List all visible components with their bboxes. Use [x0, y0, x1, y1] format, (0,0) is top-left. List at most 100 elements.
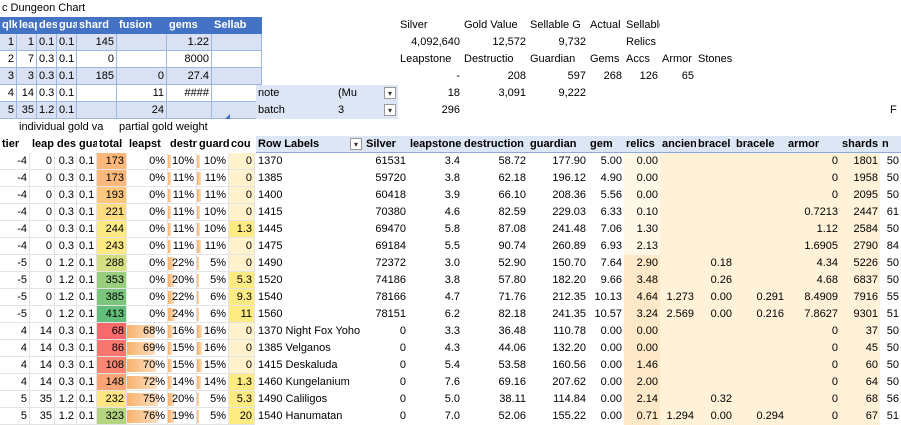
pivot-cell[interactable]	[734, 153, 786, 170]
pivot-cell[interactable]: 2.569	[660, 306, 696, 323]
pivot-cell[interactable]: 69470	[364, 221, 408, 238]
main-cell[interactable]: 20	[229, 408, 255, 425]
left-table-cell[interactable]	[167, 102, 212, 119]
main-cell[interactable]: 0%	[127, 238, 168, 255]
pivot-cell[interactable]: 177.90	[528, 153, 588, 170]
pivot-cell[interactable]: 0	[786, 340, 840, 357]
pivot-cell[interactable]	[734, 357, 786, 374]
left-table-cell[interactable]	[212, 102, 262, 119]
left-table-cell[interactable]: 0.1	[57, 102, 77, 119]
main-cell[interactable]: 0.1	[77, 340, 97, 357]
edge-label[interactable]: F	[888, 102, 901, 119]
pivot-cell[interactable]: 1.294	[660, 408, 696, 425]
filter-dropdown-icon[interactable]: ▾	[384, 104, 396, 116]
main-cell[interactable]: 1.2	[55, 289, 77, 306]
main-header[interactable]: cou	[229, 136, 255, 153]
pivot-cell[interactable]: 3.48	[624, 272, 660, 289]
pivot-cell[interactable]	[696, 340, 734, 357]
main-cell[interactable]: 0.3	[55, 153, 77, 170]
pivot-cell[interactable]: 0	[364, 408, 408, 425]
main-cell[interactable]: 0	[30, 153, 55, 170]
pivot-cell[interactable]: 5.0	[408, 391, 462, 408]
pivot-cell[interactable]	[734, 272, 786, 289]
section-label[interactable]: partial gold weight	[117, 119, 267, 136]
main-cell[interactable]: 413	[97, 306, 127, 323]
main-cell[interactable]: 0%	[127, 153, 168, 170]
pivot-cell[interactable]: 2447	[840, 204, 880, 221]
pivot-cell[interactable]: 155.22	[528, 408, 588, 425]
pivot-cell[interactable]	[660, 221, 696, 238]
main-cell[interactable]: -4	[0, 170, 30, 187]
pivot-cell[interactable]: 1415 Deskaluda	[256, 357, 364, 374]
main-cell[interactable]: -5	[0, 255, 30, 272]
main-cell[interactable]: 14	[30, 340, 55, 357]
pivot-cell[interactable]	[734, 221, 786, 238]
pivot-cell[interactable]: 7.6	[408, 374, 462, 391]
main-cell[interactable]: 0	[30, 238, 55, 255]
pivot-cell[interactable]: 58.72	[462, 153, 528, 170]
main-cell[interactable]: 0.1	[77, 221, 97, 238]
main-cell[interactable]: 353	[97, 272, 127, 289]
main-cell[interactable]: 0%	[127, 272, 168, 289]
main-cell[interactable]: 173	[97, 153, 127, 170]
pivot-cell[interactable]: 53.58	[462, 357, 528, 374]
main-cell[interactable]: 4	[0, 374, 30, 391]
pivot-cell[interactable]: 3.3	[408, 323, 462, 340]
pivot-cell[interactable]: 57.80	[462, 272, 528, 289]
pivot-cell[interactable]: 5.4	[408, 357, 462, 374]
main-cell[interactable]: 0%	[127, 255, 168, 272]
pivot-cell[interactable]: 260.89	[528, 238, 588, 255]
pivot-cell[interactable]: 0	[364, 323, 408, 340]
main-header[interactable]: tier	[0, 136, 30, 153]
pivot-cell[interactable]: 207.62	[528, 374, 588, 391]
pivot-cell[interactable]: 3.24	[624, 306, 660, 323]
left-table-cell[interactable]: 185	[77, 68, 117, 85]
main-cell[interactable]: 0%	[127, 187, 168, 204]
main-cell[interactable]: 0.3	[55, 170, 77, 187]
left-table-cell[interactable]	[117, 51, 167, 68]
pivot-cell[interactable]: 1475	[256, 238, 364, 255]
pivot-cell[interactable]: 0	[786, 357, 840, 374]
pivot-cell[interactable]: 0.00	[588, 340, 624, 357]
pivot-cell[interactable]	[696, 170, 734, 187]
pivot-cell[interactable]: 1540 Hanumatan	[256, 408, 364, 425]
pivot-cell[interactable]: 5.5	[408, 238, 462, 255]
main-cell[interactable]: 4	[0, 357, 30, 374]
main-cell[interactable]: 0.1	[77, 323, 97, 340]
pivot-cell[interactable]: 4.64	[624, 289, 660, 306]
main-cell[interactable]: 10%	[197, 153, 229, 170]
pivot-header[interactable]: bracel	[696, 136, 734, 153]
main-cell[interactable]: 0.1	[77, 408, 97, 425]
main-header[interactable]: destr	[168, 136, 197, 153]
pivot-cell[interactable]: 64	[840, 374, 880, 391]
main-cell[interactable]: 16%	[197, 323, 229, 340]
main-cell[interactable]: 0.1	[77, 153, 97, 170]
pivot-cell[interactable]: 1.6905	[786, 238, 840, 255]
pivot-cell[interactable]: 160.56	[528, 357, 588, 374]
pivot-cell[interactable]: 5226	[840, 255, 880, 272]
pivot-cell[interactable]: 2.13	[624, 238, 660, 255]
main-cell[interactable]: 11%	[197, 187, 229, 204]
left-table-cell[interactable]	[77, 102, 117, 119]
main-cell[interactable]: 108	[97, 357, 127, 374]
pivot-cell[interactable]: 50	[880, 374, 901, 391]
summary-label[interactable]: Armor	[660, 51, 696, 68]
pivot-cell[interactable]: 0.00	[588, 323, 624, 340]
main-cell[interactable]: 0.1	[77, 289, 97, 306]
main-cell[interactable]: 10%	[197, 204, 229, 221]
pivot-cell[interactable]: 5.00	[588, 153, 624, 170]
main-cell[interactable]: 0	[30, 170, 55, 187]
main-cell[interactable]: 0	[30, 204, 55, 221]
left-table-cell[interactable]: 5	[0, 102, 17, 119]
main-cell[interactable]: -5	[0, 289, 30, 306]
pivot-cell[interactable]: 90.74	[462, 238, 528, 255]
main-cell[interactable]: 69%	[127, 340, 168, 357]
pivot-cell[interactable]: 55	[880, 289, 901, 306]
left-table-cell[interactable]	[212, 85, 262, 102]
pivot-cell[interactable]: 0	[364, 374, 408, 391]
left-table-cell[interactable]: 24	[117, 102, 167, 119]
filter-number[interactable]: 18	[398, 85, 462, 102]
pivot-cell[interactable]: 82.18	[462, 306, 528, 323]
summary-value[interactable]: -	[398, 68, 462, 85]
main-cell[interactable]: 1.3	[229, 221, 255, 238]
